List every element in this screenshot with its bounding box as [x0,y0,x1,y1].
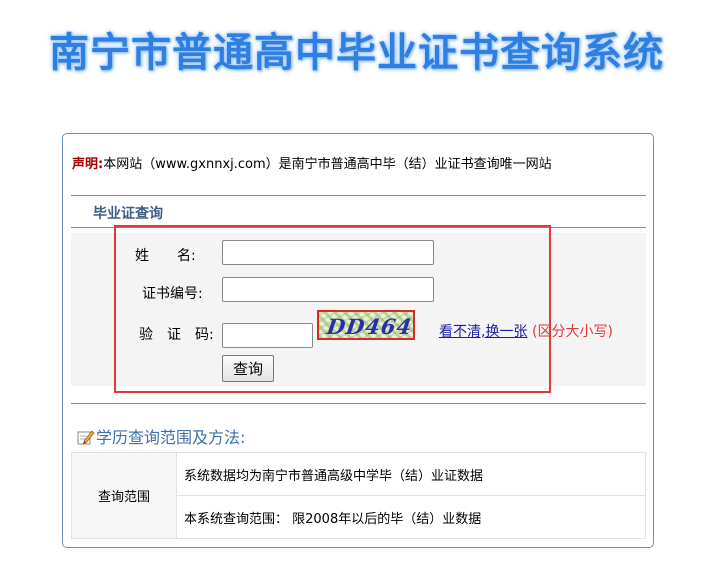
pencil-note-icon [77,429,95,445]
cert-number-label: 证书编号: [142,286,203,302]
scope-head: 查询范围 [71,452,177,539]
captcha-label: 验 证 码: [139,327,214,343]
query-button[interactable]: 查询 [222,355,274,382]
notice-text: 本网站（www.gxnnxj.com）是南宁市普通高中毕（结）业证书查询唯一网站 [103,157,552,172]
refresh-captcha-link[interactable]: 看不清,换一张 [439,321,527,341]
captcha-image[interactable]: DD464 [317,310,415,340]
cert-number-input[interactable] [222,277,434,302]
captcha-input[interactable] [222,323,313,348]
query-panel: 声明:本网站（www.gxnnxj.com）是南宁市普通高中毕（结）业证书查询唯… [62,133,654,548]
scope-row-2: 本系统查询范围： 限2008年以后的毕（结）业数据 [176,495,646,539]
scope-row-1: 系统数据均为南宁市普通高级中学毕（结）业证数据 [176,452,646,496]
name-label: 姓 名: [135,248,196,264]
divider-top [71,195,646,196]
section-title-query: 毕业证查询 [93,206,163,222]
scope-table: 查询范围 系统数据均为南宁市普通高级中学毕（结）业证数据 本系统查询范围： 限2… [71,452,646,539]
page-title: 南宁市普通高中毕业证书查询系统 [49,30,664,76]
notice-label: 声明: [72,157,104,172]
name-input[interactable] [222,240,434,265]
case-sensitive-note: (区分大小写) [532,324,613,340]
info-title-text: 学历查询范围及方法: [96,428,246,447]
table-row: 查询范围 系统数据均为南宁市普通高级中学毕（结）业证数据 [71,452,646,539]
captcha-text: DD464 [325,314,415,339]
notice-line: 声明:本网站（www.gxnnxj.com）是南宁市普通高中毕（结）业证书查询唯… [72,153,552,172]
info-section-title: 学历查询范围及方法: [77,424,245,448]
divider-bottom [71,403,646,404]
